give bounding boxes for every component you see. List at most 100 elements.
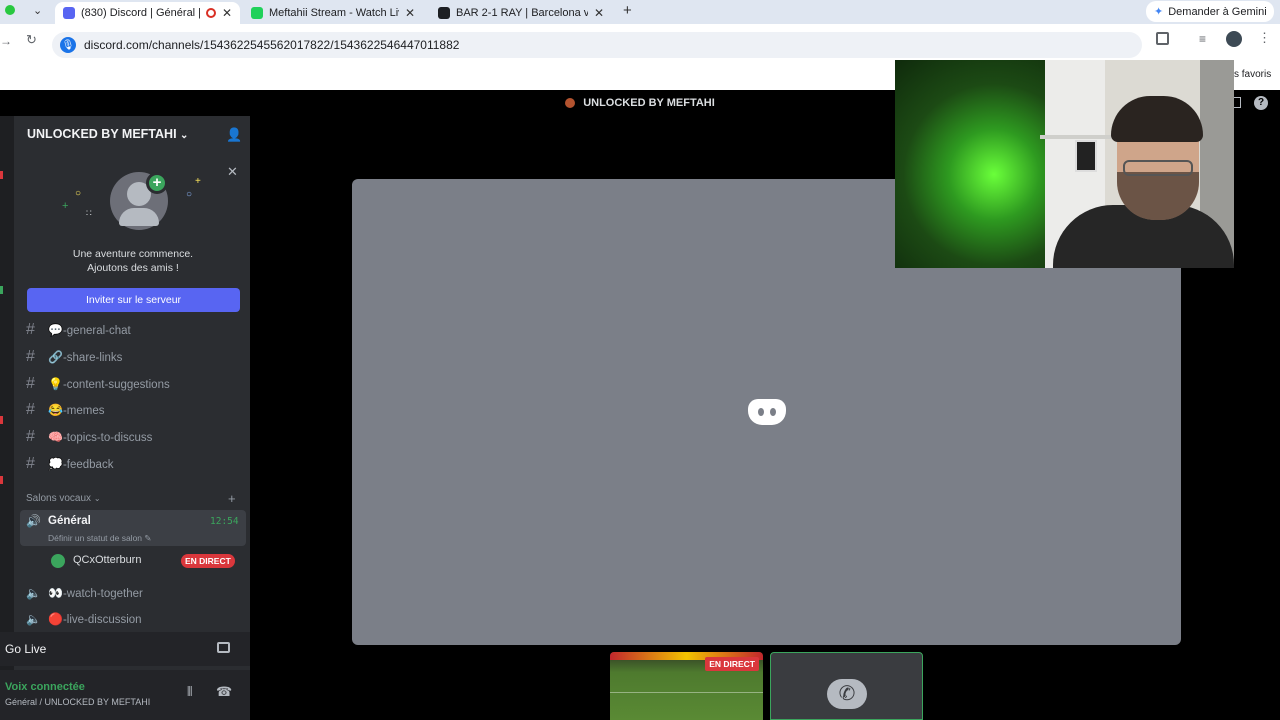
create-voice-channel-icon[interactable]: +: [228, 491, 236, 506]
site-info-icon[interactable]: 🎙: [60, 37, 76, 53]
tab-label: BAR 2-1 RAY | Barcelona v Ra: [456, 7, 588, 19]
discord-favicon-icon: [63, 7, 75, 19]
channel-feedback[interactable]: # 💭-feedback: [26, 453, 241, 475]
person-hair: [1111, 96, 1203, 142]
hash-icon: #: [26, 375, 35, 392]
status-placeholder: Définir un statut de salon: [48, 533, 143, 543]
channel-name: -content-suggestions: [62, 379, 170, 391]
sparkle-icon: ∷: [86, 208, 92, 218]
add-member-icon[interactable]: 👤: [226, 127, 242, 143]
window-maximize-dot[interactable]: [5, 5, 15, 15]
channel-general-chat[interactable]: # 💬-general-chat: [26, 319, 241, 341]
all-bookmarks-link[interactable]: s favoris: [1234, 69, 1271, 80]
hash-icon: #: [26, 321, 35, 338]
hash-icon: #: [26, 348, 35, 365]
plant-backdrop: [895, 60, 1060, 268]
webcam-overlay: [895, 60, 1234, 268]
chevron-down-icon: ⌄: [93, 494, 101, 503]
noise-suppression-icon[interactable]: ⫴: [187, 684, 192, 700]
channel-emoji: 💬: [48, 323, 63, 337]
hash-icon: #: [26, 401, 35, 418]
pencil-icon: ✎: [144, 533, 152, 543]
profile-avatar[interactable]: [1226, 31, 1242, 47]
voice-connected-label[interactable]: Voix connectée: [5, 681, 85, 693]
tab-search-chevron-icon[interactable]: ⌄: [33, 4, 42, 17]
chevron-down-icon: ⌄: [180, 130, 189, 141]
recording-icon: [205, 8, 216, 18]
channel-name: -memes: [62, 405, 105, 417]
gemini-sparkle-icon: ✦: [1154, 6, 1164, 18]
channel-memes[interactable]: # 😂-memes: [26, 399, 241, 421]
live-badge: EN DIRECT: [705, 657, 759, 671]
new-tab-icon[interactable]: +: [623, 2, 632, 19]
url-field[interactable]: 🎙 discord.com/channels/15436225455620178…: [52, 32, 1142, 58]
close-icon[interactable]: ✕: [227, 164, 238, 180]
avatar-body-shape: [119, 208, 159, 226]
sparkle-icon: ○: [75, 188, 82, 199]
browser-menu-icon[interactable]: ⋮: [1258, 30, 1271, 46]
help-icon[interactable]: ?: [1254, 96, 1268, 110]
tab-discord[interactable]: (830) Discord | Général | ✕: [55, 2, 240, 24]
extensions-icon[interactable]: [1156, 32, 1169, 45]
media-controls-icon[interactable]: ≡: [1199, 32, 1206, 46]
channel-emoji: 👀: [48, 586, 63, 600]
user-avatar[interactable]: [49, 552, 67, 570]
channel-topics-to-discuss[interactable]: # 🧠-topics-to-discuss: [26, 426, 241, 448]
channel-name: -watch-together: [62, 588, 143, 600]
glasses: [1123, 160, 1193, 176]
tab-label: (830) Discord | Général |: [81, 7, 200, 19]
forward-arrow-icon[interactable]: →: [0, 34, 12, 48]
stream-thumbnail-football[interactable]: EN DIRECT: [610, 652, 763, 720]
close-tab-icon[interactable]: ✕: [222, 6, 232, 20]
speaker-icon: 🔈: [26, 612, 41, 626]
channel-name: -general-chat: [62, 325, 131, 337]
go-live-label: Go Live: [5, 642, 47, 656]
sparkle-icon: +: [195, 176, 201, 187]
invite-to-server-button[interactable]: Inviter sur le serveur: [27, 288, 240, 312]
picture-frame: [1075, 140, 1097, 172]
invite-message: Une aventure commence. Ajoutons des amis…: [22, 247, 244, 275]
channel-name: -topics-to-discuss: [62, 432, 153, 444]
hash-icon: #: [26, 455, 35, 472]
voice-connection-panel: Voix connectée Général / UNLOCKED BY MEF…: [0, 670, 250, 720]
pitch-line: [610, 692, 763, 693]
set-channel-status[interactable]: Définir un statut de salon ✎: [48, 533, 152, 544]
server-list-strip: [0, 116, 14, 720]
voice-channel-live-discussion[interactable]: 🔈 🔴-live-discussion: [26, 608, 241, 630]
unread-indicator: [0, 171, 3, 179]
unread-indicator: [0, 286, 3, 294]
server-name-header[interactable]: UNLOCKED BY MEFTAHI ⌄: [27, 127, 188, 141]
speaker-icon: 🔈: [26, 586, 41, 600]
voice-location[interactable]: Général / UNLOCKED BY MEFTAHI: [5, 697, 150, 707]
tab-meftahii-stream[interactable]: Meftahii Stream - Watch Live ✕: [243, 2, 423, 24]
gemini-button[interactable]: ✦ Demander à Gemini: [1146, 1, 1274, 22]
speaker-icon: 🔊: [26, 514, 41, 528]
close-tab-icon[interactable]: ✕: [405, 6, 415, 20]
channel-name: -share-links: [62, 352, 123, 364]
invite-line-1: Une aventure commence.: [72, 248, 194, 260]
tab-barcelona-match[interactable]: BAR 2-1 RAY | Barcelona v Ra ✕: [430, 2, 612, 24]
unread-indicator: [0, 416, 3, 424]
add-friend-plus-icon: +: [146, 172, 168, 194]
call-thumbnail[interactable]: ✆: [770, 652, 923, 720]
tab-label: Meftahii Stream - Watch Live: [269, 7, 399, 19]
channel-share-links[interactable]: # 🔗-share-links: [26, 346, 241, 368]
server-icon: [565, 98, 576, 108]
go-live-panel: Go Live: [0, 632, 250, 666]
voice-channel-watch-together[interactable]: 🔈 👀-watch-together: [26, 582, 241, 604]
voice-user-name[interactable]: QCxOtterburn: [73, 554, 141, 566]
invite-line-2: Ajoutons des amis !: [87, 262, 179, 274]
channel-content-suggestions[interactable]: # 💡-content-suggestions: [26, 373, 241, 395]
channel-emoji: 🔴: [48, 612, 63, 626]
voice-timer: 12:54: [210, 516, 239, 527]
screen-share-icon[interactable]: [217, 642, 230, 653]
phone-icon: ✆: [827, 679, 867, 709]
category-label: Salons vocaux: [26, 493, 92, 504]
close-tab-icon[interactable]: ✕: [594, 6, 604, 20]
unread-indicator: [0, 476, 3, 484]
disconnect-phone-icon[interactable]: ☎: [216, 684, 232, 700]
discord-logo-icon: [748, 397, 786, 427]
voice-category-header[interactable]: Salons vocaux ⌄: [26, 493, 101, 504]
reload-icon[interactable]: ↻: [26, 32, 37, 48]
browser-tab-bar: ⌄ (830) Discord | Général | ✕ Meftahii S…: [0, 0, 1280, 24]
